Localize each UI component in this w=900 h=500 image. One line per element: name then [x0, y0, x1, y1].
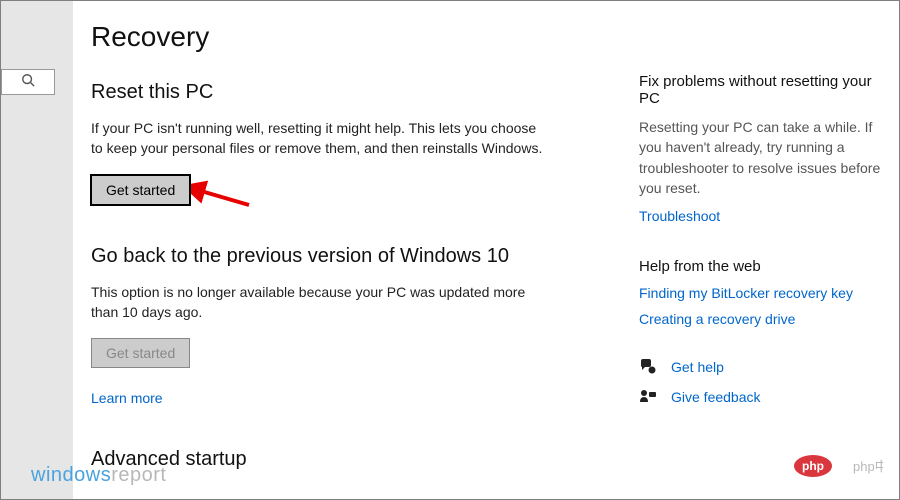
advanced-startup-heading: Advanced startup — [91, 448, 609, 471]
bitlocker-link[interactable]: Finding my BitLocker recovery key — [639, 285, 889, 301]
reset-this-pc-section: Reset this PC If your PC isn't running w… — [91, 81, 609, 205]
go-back-heading: Go back to the previous version of Windo… — [91, 245, 609, 268]
fix-problems-section: Fix problems without resetting your PC R… — [639, 73, 889, 226]
go-back-section: Go back to the previous version of Windo… — [91, 245, 609, 409]
reset-heading: Reset this PC — [91, 81, 609, 104]
side-column: Fix problems without resetting your PC R… — [639, 21, 889, 499]
get-help-row[interactable]: Get help — [639, 359, 889, 375]
feedback-icon — [639, 389, 657, 405]
give-feedback-row[interactable]: Give feedback — [639, 389, 889, 405]
get-help-link[interactable]: Get help — [671, 359, 724, 375]
help-from-web-section: Help from the web Finding my BitLocker r… — [639, 258, 889, 327]
search-icon — [21, 73, 35, 92]
main-column: Recovery Reset this PC If your PC isn't … — [91, 21, 639, 499]
learn-more-link[interactable]: Learn more — [91, 390, 163, 406]
give-feedback-link[interactable]: Give feedback — [671, 389, 761, 405]
troubleshoot-link[interactable]: Troubleshoot — [639, 208, 720, 224]
page-title: Recovery — [91, 21, 609, 53]
search-input[interactable] — [1, 69, 55, 95]
fix-problems-heading: Fix problems without resetting your PC — [639, 73, 889, 107]
reset-description: If your PC isn't running well, resetting… — [91, 118, 551, 159]
reset-get-started-button[interactable]: Get started — [91, 175, 190, 205]
help-from-web-heading: Help from the web — [639, 258, 889, 275]
get-help-icon — [639, 359, 657, 375]
go-back-get-started-button: Get started — [91, 338, 190, 368]
footer-links-section: Get help Give feedback — [639, 359, 889, 405]
content-area: Recovery Reset this PC If your PC isn't … — [73, 1, 899, 499]
go-back-description: This option is no longer available becau… — [91, 282, 551, 323]
advanced-startup-section: Advanced startup — [91, 448, 609, 471]
left-rail — [1, 1, 73, 499]
settings-recovery-window: Recovery Reset this PC If your PC isn't … — [0, 0, 900, 500]
fix-problems-description: Resetting your PC can take a while. If y… — [639, 117, 889, 198]
recovery-drive-link[interactable]: Creating a recovery drive — [639, 311, 889, 327]
